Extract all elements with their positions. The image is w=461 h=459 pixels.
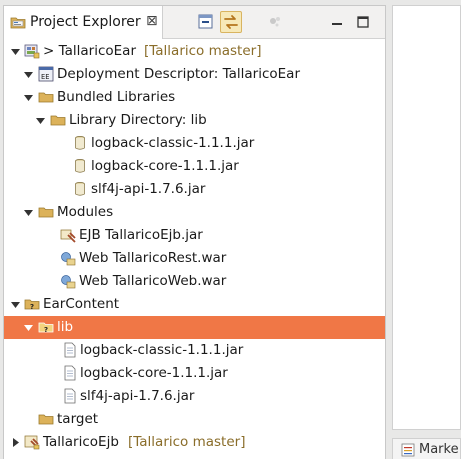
close-icon[interactable]: ⊠ [146, 13, 158, 29]
tree-node-label: EJB TallaricoEjb.jar [79, 227, 203, 243]
minimize-icon [332, 23, 342, 25]
markers-tab-label: Marke [419, 442, 459, 457]
maximize-icon [357, 16, 369, 28]
tree-node-label: Web TallaricoRest.war [79, 250, 227, 266]
expanded-arrow-icon[interactable] [10, 46, 21, 57]
folder-icon [38, 414, 54, 425]
tree-node-file[interactable]: logback-core-1.1.1.jar [4, 362, 385, 385]
tree-node-web-module[interactable]: Web TallaricoWeb.war [4, 270, 385, 293]
tree-node-jar[interactable]: slf4j-api-1.7.6.jar [4, 178, 385, 201]
expanded-arrow-icon[interactable] [10, 299, 21, 310]
tree-node-deployment-descriptor[interactable]: EE Deployment Descriptor: TallaricoEar [4, 63, 385, 86]
tree-node-label: lib [57, 319, 74, 335]
svg-text:?: ? [30, 303, 34, 311]
file-icon [64, 388, 76, 404]
jar-icon [75, 159, 85, 173]
ejb-project-icon [24, 435, 40, 450]
tree-node-ejb-module[interactable]: EJB TallaricoEjb.jar [4, 224, 385, 247]
tree-node-file[interactable]: slf4j-api-1.7.6.jar [4, 385, 385, 408]
ear-project-icon [24, 44, 40, 59]
project-explorer-icon [10, 14, 26, 34]
folder-icon [50, 115, 66, 126]
deployment-descriptor-icon: EE [38, 66, 54, 82]
tab-project-explorer[interactable]: Project Explorer ⊠ [4, 6, 163, 39]
tree-node-label: target [57, 411, 99, 427]
tree-node-jar[interactable]: logback-core-1.1.1.jar [4, 155, 385, 178]
jar-icon [75, 136, 85, 150]
folder-icon [38, 92, 54, 103]
jar-icon [75, 182, 85, 196]
tree-node-label: logback-classic-1.1.1.jar [80, 342, 244, 358]
expanded-arrow-icon[interactable] [23, 92, 34, 103]
tree-node-file[interactable]: logback-classic-1.1.1.jar [4, 339, 385, 362]
tree-node-label: Web TallaricoWeb.war [79, 273, 227, 289]
tree-node-label: Deployment Descriptor: TallaricoEar [57, 66, 300, 82]
tree-node-web-module[interactable]: Web TallaricoRest.war [4, 247, 385, 270]
minimize-button[interactable] [326, 11, 348, 33]
tree-node-label: Library Directory: lib [69, 112, 207, 128]
expanded-arrow-icon[interactable] [23, 207, 34, 218]
tree-node-modules[interactable]: Modules [4, 201, 385, 224]
tree-node-tallaricoear[interactable]: > TallaricoEar [Tallarico master] [4, 40, 385, 63]
tree-node-label: logback-core-1.1.1.jar [80, 365, 228, 381]
ejb-module-icon [60, 229, 76, 243]
tree-node-label: slf4j-api-1.7.6.jar [91, 181, 206, 197]
filter-icon [270, 17, 280, 27]
tree-node-lib-selected[interactable]: ? lib [4, 316, 385, 339]
tab-markers[interactable]: Marke [392, 438, 461, 459]
tree-node-tallaricoejb[interactable]: TallaricoEjb [Tallarico master] [4, 431, 385, 454]
project-explorer-view: Project Explorer ⊠ > TallaricoEar [Talla… [3, 5, 386, 459]
tree-node-label: logback-core-1.1.1.jar [91, 158, 239, 174]
folder-unknown-icon: ? [24, 299, 40, 311]
git-decoration: [Tallarico master] [128, 434, 246, 450]
tree-node-bundled-libraries[interactable]: Bundled Libraries [4, 86, 385, 109]
collapse-all-button[interactable] [195, 11, 217, 33]
tree-node-label: slf4j-api-1.7.6.jar [80, 388, 195, 404]
tree-node-label: Modules [57, 204, 114, 220]
view-menu-button[interactable] [264, 11, 286, 33]
web-module-icon [61, 275, 76, 289]
collapse-all-icon [198, 14, 213, 29]
collapsed-arrow-icon[interactable] [10, 437, 21, 448]
link-with-editor-icon [224, 15, 238, 29]
link-with-editor-button[interactable] [220, 11, 242, 33]
tab-title: Project Explorer [30, 14, 141, 30]
svg-text:?: ? [44, 326, 48, 334]
file-icon [64, 342, 76, 358]
tree-node-label: TallaricoEjb [43, 434, 119, 450]
tree-node-earcontent[interactable]: ? EarContent [4, 293, 385, 316]
tree-node-label: > TallaricoEar [43, 43, 136, 59]
git-decoration: [Tallarico master] [144, 43, 262, 59]
folder-unknown-icon: ? [38, 322, 54, 334]
tree-node-label: EarContent [43, 296, 120, 312]
web-module-icon [61, 252, 76, 266]
expanded-arrow-icon[interactable] [23, 322, 34, 333]
svg-text:EE: EE [41, 73, 49, 81]
tree-node-label: logback-classic-1.1.1.jar [91, 135, 255, 151]
folder-icon [38, 207, 54, 218]
tree-node-label: Bundled Libraries [57, 89, 176, 105]
maximize-button[interactable] [352, 11, 374, 33]
tree-node-jar[interactable]: logback-classic-1.1.1.jar [4, 132, 385, 155]
view-tab-bar: Project Explorer ⊠ [4, 6, 385, 39]
expanded-arrow-icon[interactable] [35, 115, 46, 126]
tree-node-target[interactable]: target [4, 408, 385, 431]
editor-area [392, 5, 461, 430]
expanded-arrow-icon[interactable] [23, 69, 34, 80]
file-icon [64, 365, 76, 381]
markers-icon [401, 443, 415, 457]
tree-node-library-directory[interactable]: Library Directory: lib [4, 109, 385, 132]
